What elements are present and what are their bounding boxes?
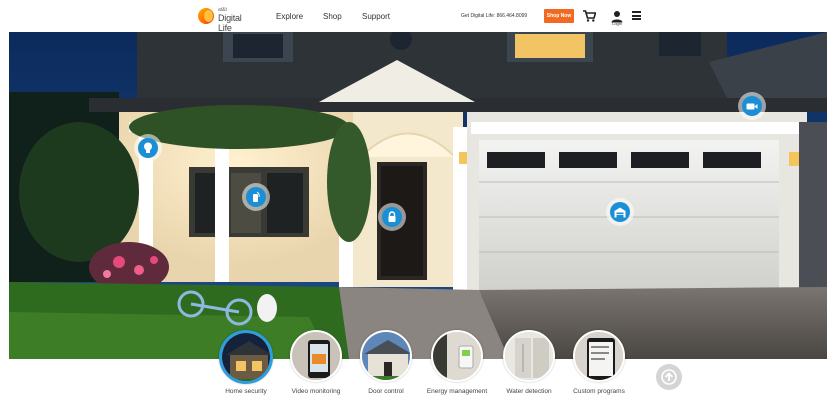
category-label: Custom programs xyxy=(573,388,625,395)
arrow-up-icon xyxy=(661,369,677,385)
house-scene-image xyxy=(9,32,827,359)
garage-icon xyxy=(614,207,626,217)
category-custom-programs[interactable]: Custom programs xyxy=(563,330,635,408)
camera-hotspot[interactable] xyxy=(738,92,766,120)
att-globe-icon xyxy=(198,8,214,24)
home-security-thumbnail xyxy=(219,330,273,384)
cart-icon[interactable] xyxy=(583,10,596,22)
door-lock-hotspot[interactable] xyxy=(378,203,406,231)
scroll-up-button[interactable] xyxy=(656,364,682,390)
site-header: at&t Digital Life Explore Shop Support G… xyxy=(0,0,828,33)
shop-now-button[interactable]: Shop Now xyxy=(544,9,574,23)
sensor-icon xyxy=(253,191,260,202)
nav-shop[interactable]: Shop xyxy=(323,12,342,21)
energy-management-thumbnail xyxy=(431,330,483,382)
category-water-detection[interactable]: Water detection xyxy=(493,330,565,408)
category-door-control[interactable]: Door control xyxy=(350,330,422,408)
category-home-security[interactable]: Home security xyxy=(210,330,282,408)
window-sensor-hotspot[interactable] xyxy=(242,183,270,211)
digital-life-logo[interactable]: at&t Digital Life xyxy=(198,6,256,33)
water-detection-thumbnail xyxy=(503,330,555,382)
camera-icon xyxy=(746,103,758,109)
hamburger-menu-icon[interactable] xyxy=(632,11,641,20)
phone-number: Get Digital Life: 866.464.8099 xyxy=(461,13,528,19)
light-hotspot[interactable] xyxy=(134,134,162,162)
logo-name-text: Digital Life xyxy=(218,13,242,33)
video-monitoring-thumbnail xyxy=(290,330,342,382)
nav-support[interactable]: Support xyxy=(362,12,390,21)
nav-explore[interactable]: Explore xyxy=(276,12,303,21)
house-illustration xyxy=(9,32,827,359)
category-energy-management[interactable]: Energy management xyxy=(421,330,493,408)
category-carousel: Home security Video monitoring Door cont… xyxy=(0,330,828,408)
door-control-thumbnail xyxy=(360,330,412,382)
lightbulb-icon xyxy=(144,142,152,153)
custom-programs-thumbnail xyxy=(573,330,625,382)
garage-hotspot[interactable] xyxy=(606,198,634,226)
login-label[interactable]: Login xyxy=(610,21,624,26)
category-video-monitoring[interactable]: Video monitoring xyxy=(280,330,352,408)
lock-icon xyxy=(388,211,396,222)
